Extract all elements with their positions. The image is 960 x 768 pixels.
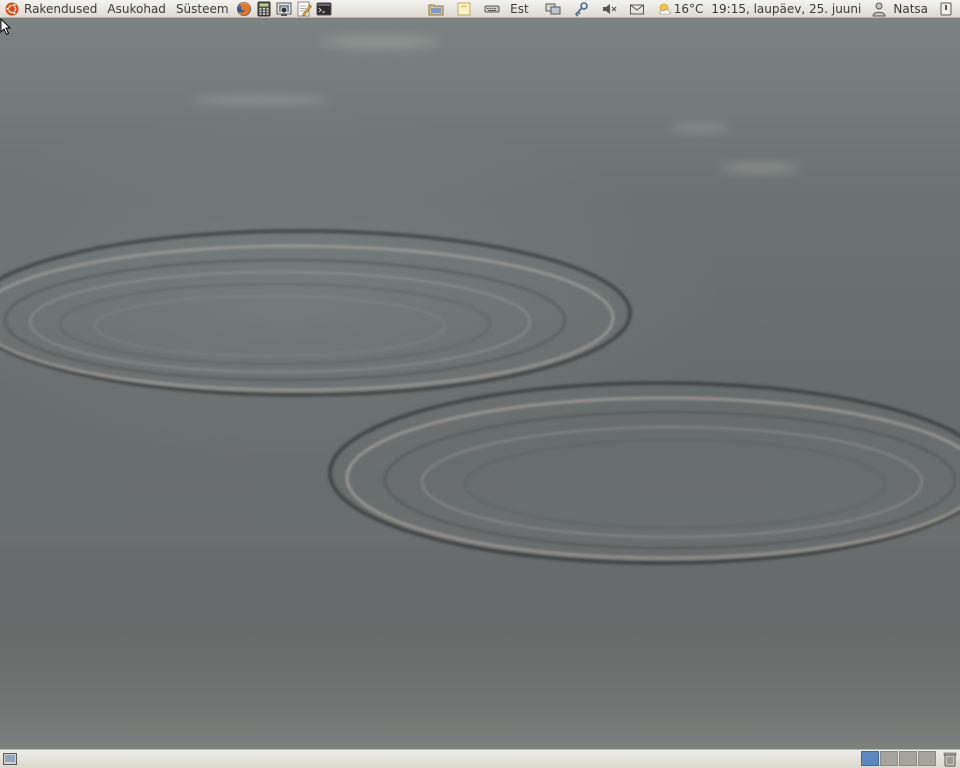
water-ripples-wallpaper	[0, 36, 960, 749]
keyboard-tray-icon[interactable]	[484, 1, 500, 17]
user-icon	[872, 2, 886, 16]
volume-muted-icon	[602, 3, 617, 14]
calculator-launcher[interactable]	[256, 1, 272, 17]
volume-tray-icon[interactable]	[601, 1, 617, 17]
trash-icon[interactable]	[942, 751, 958, 767]
workspace-switcher[interactable]	[861, 751, 937, 767]
file-manager-tray-button[interactable]	[428, 1, 444, 17]
show-desktop-icon[interactable]	[2, 751, 18, 767]
calculator-icon	[257, 1, 271, 16]
system-menu-label: Süsteem	[175, 1, 229, 16]
applications-menu[interactable]: Rakendused	[0, 0, 102, 18]
system-menu[interactable]: Süsteem	[171, 0, 234, 18]
weather-tray-icon[interactable]	[657, 1, 673, 17]
terminal-launcher[interactable]	[316, 1, 332, 17]
workspace-4[interactable]	[918, 751, 936, 766]
partly-cloudy-icon	[659, 3, 671, 14]
text-editor-launcher[interactable]	[296, 1, 312, 17]
applications-menu-label: Rakendused	[24, 1, 98, 16]
weather-temperature[interactable]: 16°C	[674, 0, 708, 18]
terminal-icon	[316, 2, 332, 15]
screenshot-icon	[276, 2, 292, 16]
bottom-panel	[0, 749, 960, 768]
clock[interactable]: 19:15, laupäev, 25. juuni	[707, 0, 865, 18]
workspace-3[interactable]	[899, 751, 917, 766]
screenshot-launcher[interactable]	[276, 1, 292, 17]
network-tray-icon[interactable]	[545, 1, 561, 17]
workspace-2[interactable]	[880, 751, 898, 766]
keyboard-icon	[484, 5, 500, 12]
session-menu-button[interactable]	[938, 1, 954, 17]
bluetooth-tray-icon[interactable]	[573, 1, 589, 17]
firefox-icon	[236, 1, 251, 16]
top-panel: Rakendused Asukohad Süsteem Est 16°C 19:…	[0, 0, 960, 18]
workspace-1[interactable]	[861, 751, 879, 766]
user-menu-icon-wrap[interactable]	[871, 1, 887, 17]
firefox-launcher[interactable]	[236, 1, 252, 17]
ubuntu-logo-icon	[5, 2, 19, 15]
envelope-icon	[629, 4, 644, 14]
user-name[interactable]: Natsa	[889, 0, 932, 18]
places-menu[interactable]: Asukohad	[102, 0, 171, 18]
places-menu-label: Asukohad	[107, 1, 166, 16]
mouse-pointer-icon	[0, 18, 12, 36]
desktop-wallpaper	[0, 18, 960, 749]
notes-tray-button[interactable]	[456, 1, 472, 17]
power-icon	[940, 2, 952, 15]
messaging-tray-icon[interactable]	[629, 1, 645, 17]
network-icon	[545, 3, 561, 14]
notes-icon	[457, 2, 471, 15]
key-icon	[574, 1, 588, 17]
keyboard-layout-indicator[interactable]: Est	[506, 0, 533, 18]
folder-icon	[428, 4, 444, 15]
text-editor-icon	[297, 1, 312, 16]
